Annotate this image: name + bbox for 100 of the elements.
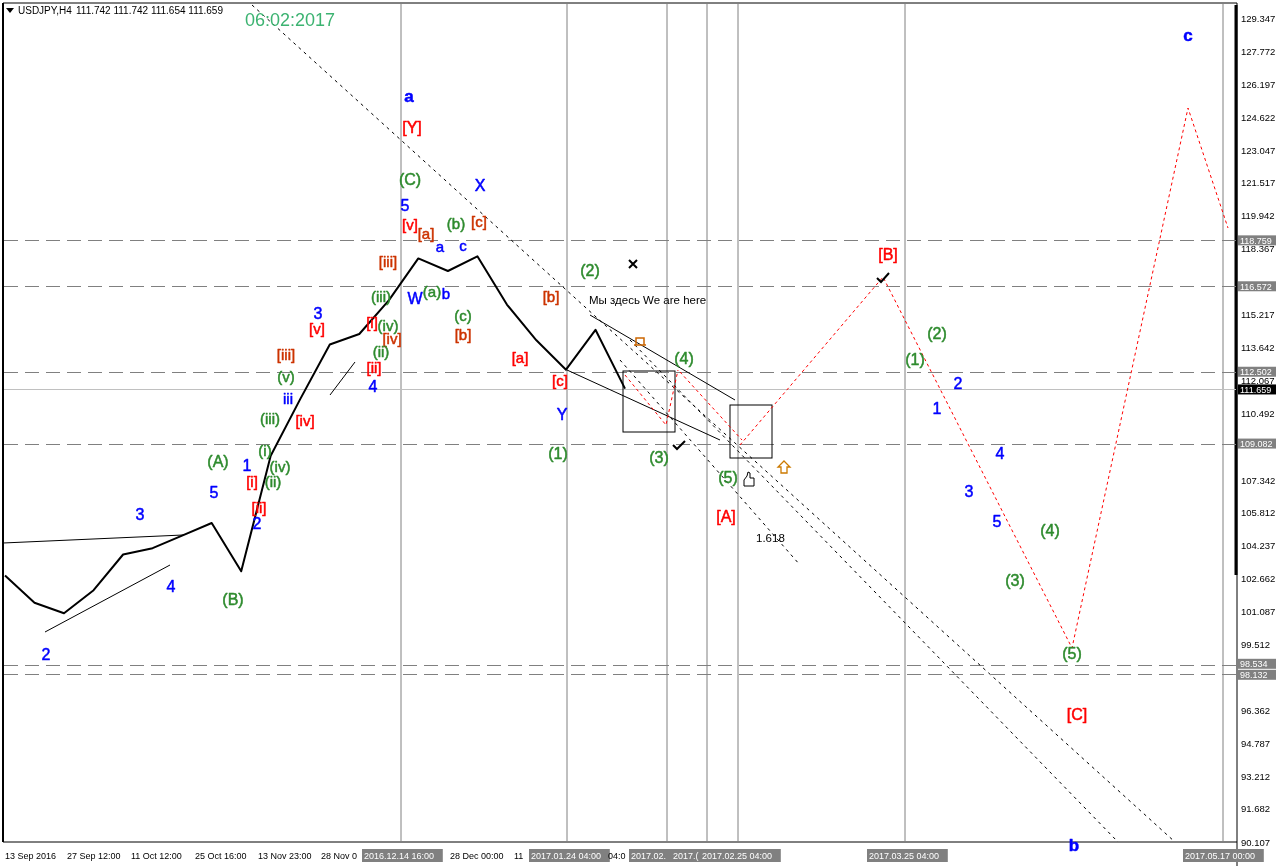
time-tick-label: 11 Oct 12:00 xyxy=(131,851,182,861)
wave-label: 1 xyxy=(242,456,252,474)
time-marker-tag: 2016.12.14 16:00 xyxy=(362,849,443,862)
wave-label: iii xyxy=(283,390,293,408)
price-tick-label: 124.622 xyxy=(1241,111,1276,123)
wave-label: [ii] xyxy=(366,359,382,377)
wave-label: (a) xyxy=(422,283,442,301)
wave-label: (5) xyxy=(1062,644,1082,662)
time-marker-tag: 2017.02. xyxy=(629,849,672,862)
wave-label: X xyxy=(474,176,486,194)
wave-label: 2 xyxy=(41,645,51,663)
wave-label: [iv] xyxy=(295,412,315,430)
wave-label: (v) xyxy=(277,368,295,386)
wave-label: 3 xyxy=(135,505,145,523)
wave-label: [b] xyxy=(542,288,560,306)
wave-label: (2) xyxy=(580,261,600,279)
price-level-tag: 118.759 xyxy=(1238,235,1276,246)
time-tick-label: 11 xyxy=(514,851,524,861)
wave-label: [c] xyxy=(471,213,487,231)
wave-label: [a] xyxy=(417,225,435,243)
chart-note: Мы здесь We are here xyxy=(589,294,707,306)
price-tick-label: 91.682 xyxy=(1241,803,1271,815)
price-tick-label: 96.362 xyxy=(1241,705,1271,717)
wave-label: (5) xyxy=(718,468,738,486)
wave-label: [iii] xyxy=(276,346,296,364)
wave-label: (4) xyxy=(674,349,694,367)
projection-path xyxy=(624,369,679,426)
time-tick-label: 28 Nov 0 xyxy=(321,851,358,861)
wave-label: [B] xyxy=(878,245,898,263)
date-label: 06:02:2017 xyxy=(245,10,336,30)
wave-label: 4 xyxy=(995,444,1005,462)
price-tick-label: 102.662 xyxy=(1241,572,1276,584)
time-marker-tag: 2017.05.17 00:00 xyxy=(1183,849,1264,862)
wave-label: (1) xyxy=(548,444,568,462)
time-tick-label: 13 Nov 23:00 xyxy=(258,851,312,861)
price-level-tag: 116.572 xyxy=(1238,281,1276,292)
dropdown-triangle-icon xyxy=(6,8,14,13)
price-tick-label: 99.512 xyxy=(1241,639,1271,651)
wave-label: b xyxy=(441,285,451,303)
wave-label: 2 xyxy=(953,374,963,392)
wave-label: 4 xyxy=(166,577,176,595)
price-tick-label: 129.347 xyxy=(1241,12,1276,24)
ohlc-values: 111.742 111.742 111.654 111.659 xyxy=(76,5,223,16)
price-tick-label: 112.067 xyxy=(1241,375,1275,387)
price-level-tag: 98.132 xyxy=(1238,669,1276,681)
price-tick-label: 107.342 xyxy=(1241,474,1276,486)
time-tick-label: 04:0 xyxy=(608,851,626,861)
wave-label: [a] xyxy=(511,349,529,367)
wave-label: [v] xyxy=(309,320,325,338)
up-arrow-icon xyxy=(776,460,792,474)
wave-label: [C] xyxy=(1066,705,1088,723)
price-tick-label: 104.237 xyxy=(1241,539,1276,551)
price-tick-label: 110.492 xyxy=(1241,408,1275,420)
wave-label: (c) xyxy=(454,307,472,325)
price-tick-label: 123.047 xyxy=(1241,144,1276,156)
wave-label: [i] xyxy=(366,314,378,332)
target-rectangle xyxy=(729,404,773,459)
wave-label: [iii] xyxy=(378,253,398,271)
price-level-tag: 112.502 xyxy=(1238,366,1276,378)
wave-label: 5 xyxy=(400,196,410,214)
wave-label: (i) xyxy=(258,442,272,460)
chart-note: 1.618 xyxy=(756,532,785,544)
thumbs-up-icon xyxy=(743,471,755,487)
wave-label: (1) xyxy=(905,350,925,368)
wave-label: 4 xyxy=(368,377,378,395)
time-marker-tag: 2017.03.25 04:00 xyxy=(867,849,948,862)
price-tick-label: 115.217 xyxy=(1241,309,1275,321)
wave-label: (2) xyxy=(927,324,947,342)
time-marker-tag: 2017.02.25 04:00 xyxy=(700,849,781,862)
wave-label: (A) xyxy=(207,452,229,470)
wave-label: 3 xyxy=(964,482,974,500)
price-level-tag: 109.082 xyxy=(1238,438,1276,449)
cross-icon xyxy=(628,259,638,269)
price-tick-label: 93.212 xyxy=(1241,771,1271,783)
price-tick-label: 127.772 xyxy=(1241,45,1276,57)
price-tick-label: 126.197 xyxy=(1241,78,1276,90)
wave-label: (iii) xyxy=(260,410,280,428)
wave-label: c xyxy=(1183,25,1193,45)
price-tick-label: 94.787 xyxy=(1241,738,1271,750)
time-tick-label: 25 Oct 16:00 xyxy=(195,851,247,861)
wave-label: [c] xyxy=(552,372,568,390)
wave-label: b xyxy=(1068,835,1080,855)
time-tick-label: 27 Sep 12:00 xyxy=(67,851,121,861)
wave-label: [Y] xyxy=(402,118,422,136)
wave-label: a xyxy=(404,86,414,106)
wave-label: [i] xyxy=(246,473,258,491)
wave-label: 5 xyxy=(209,483,219,501)
price-level-tag: 98.534 xyxy=(1238,658,1276,670)
wave-label: (B) xyxy=(222,590,244,608)
price-tick-label: 105.812 xyxy=(1241,506,1276,518)
wave-label: [v] xyxy=(402,216,418,234)
wave-label: 1 xyxy=(932,399,942,417)
checkmark-icon xyxy=(876,272,890,284)
wave-label: (4) xyxy=(1040,521,1060,539)
wave-label: (3) xyxy=(1005,571,1025,589)
marker-icon xyxy=(633,337,647,346)
chart-symbol: USDJPY,H4 xyxy=(18,5,72,16)
wave-label: c xyxy=(459,237,467,255)
time-tick-label: 13 Sep 2016 xyxy=(5,851,57,861)
price-tick-label: 119.942 xyxy=(1241,210,1275,221)
